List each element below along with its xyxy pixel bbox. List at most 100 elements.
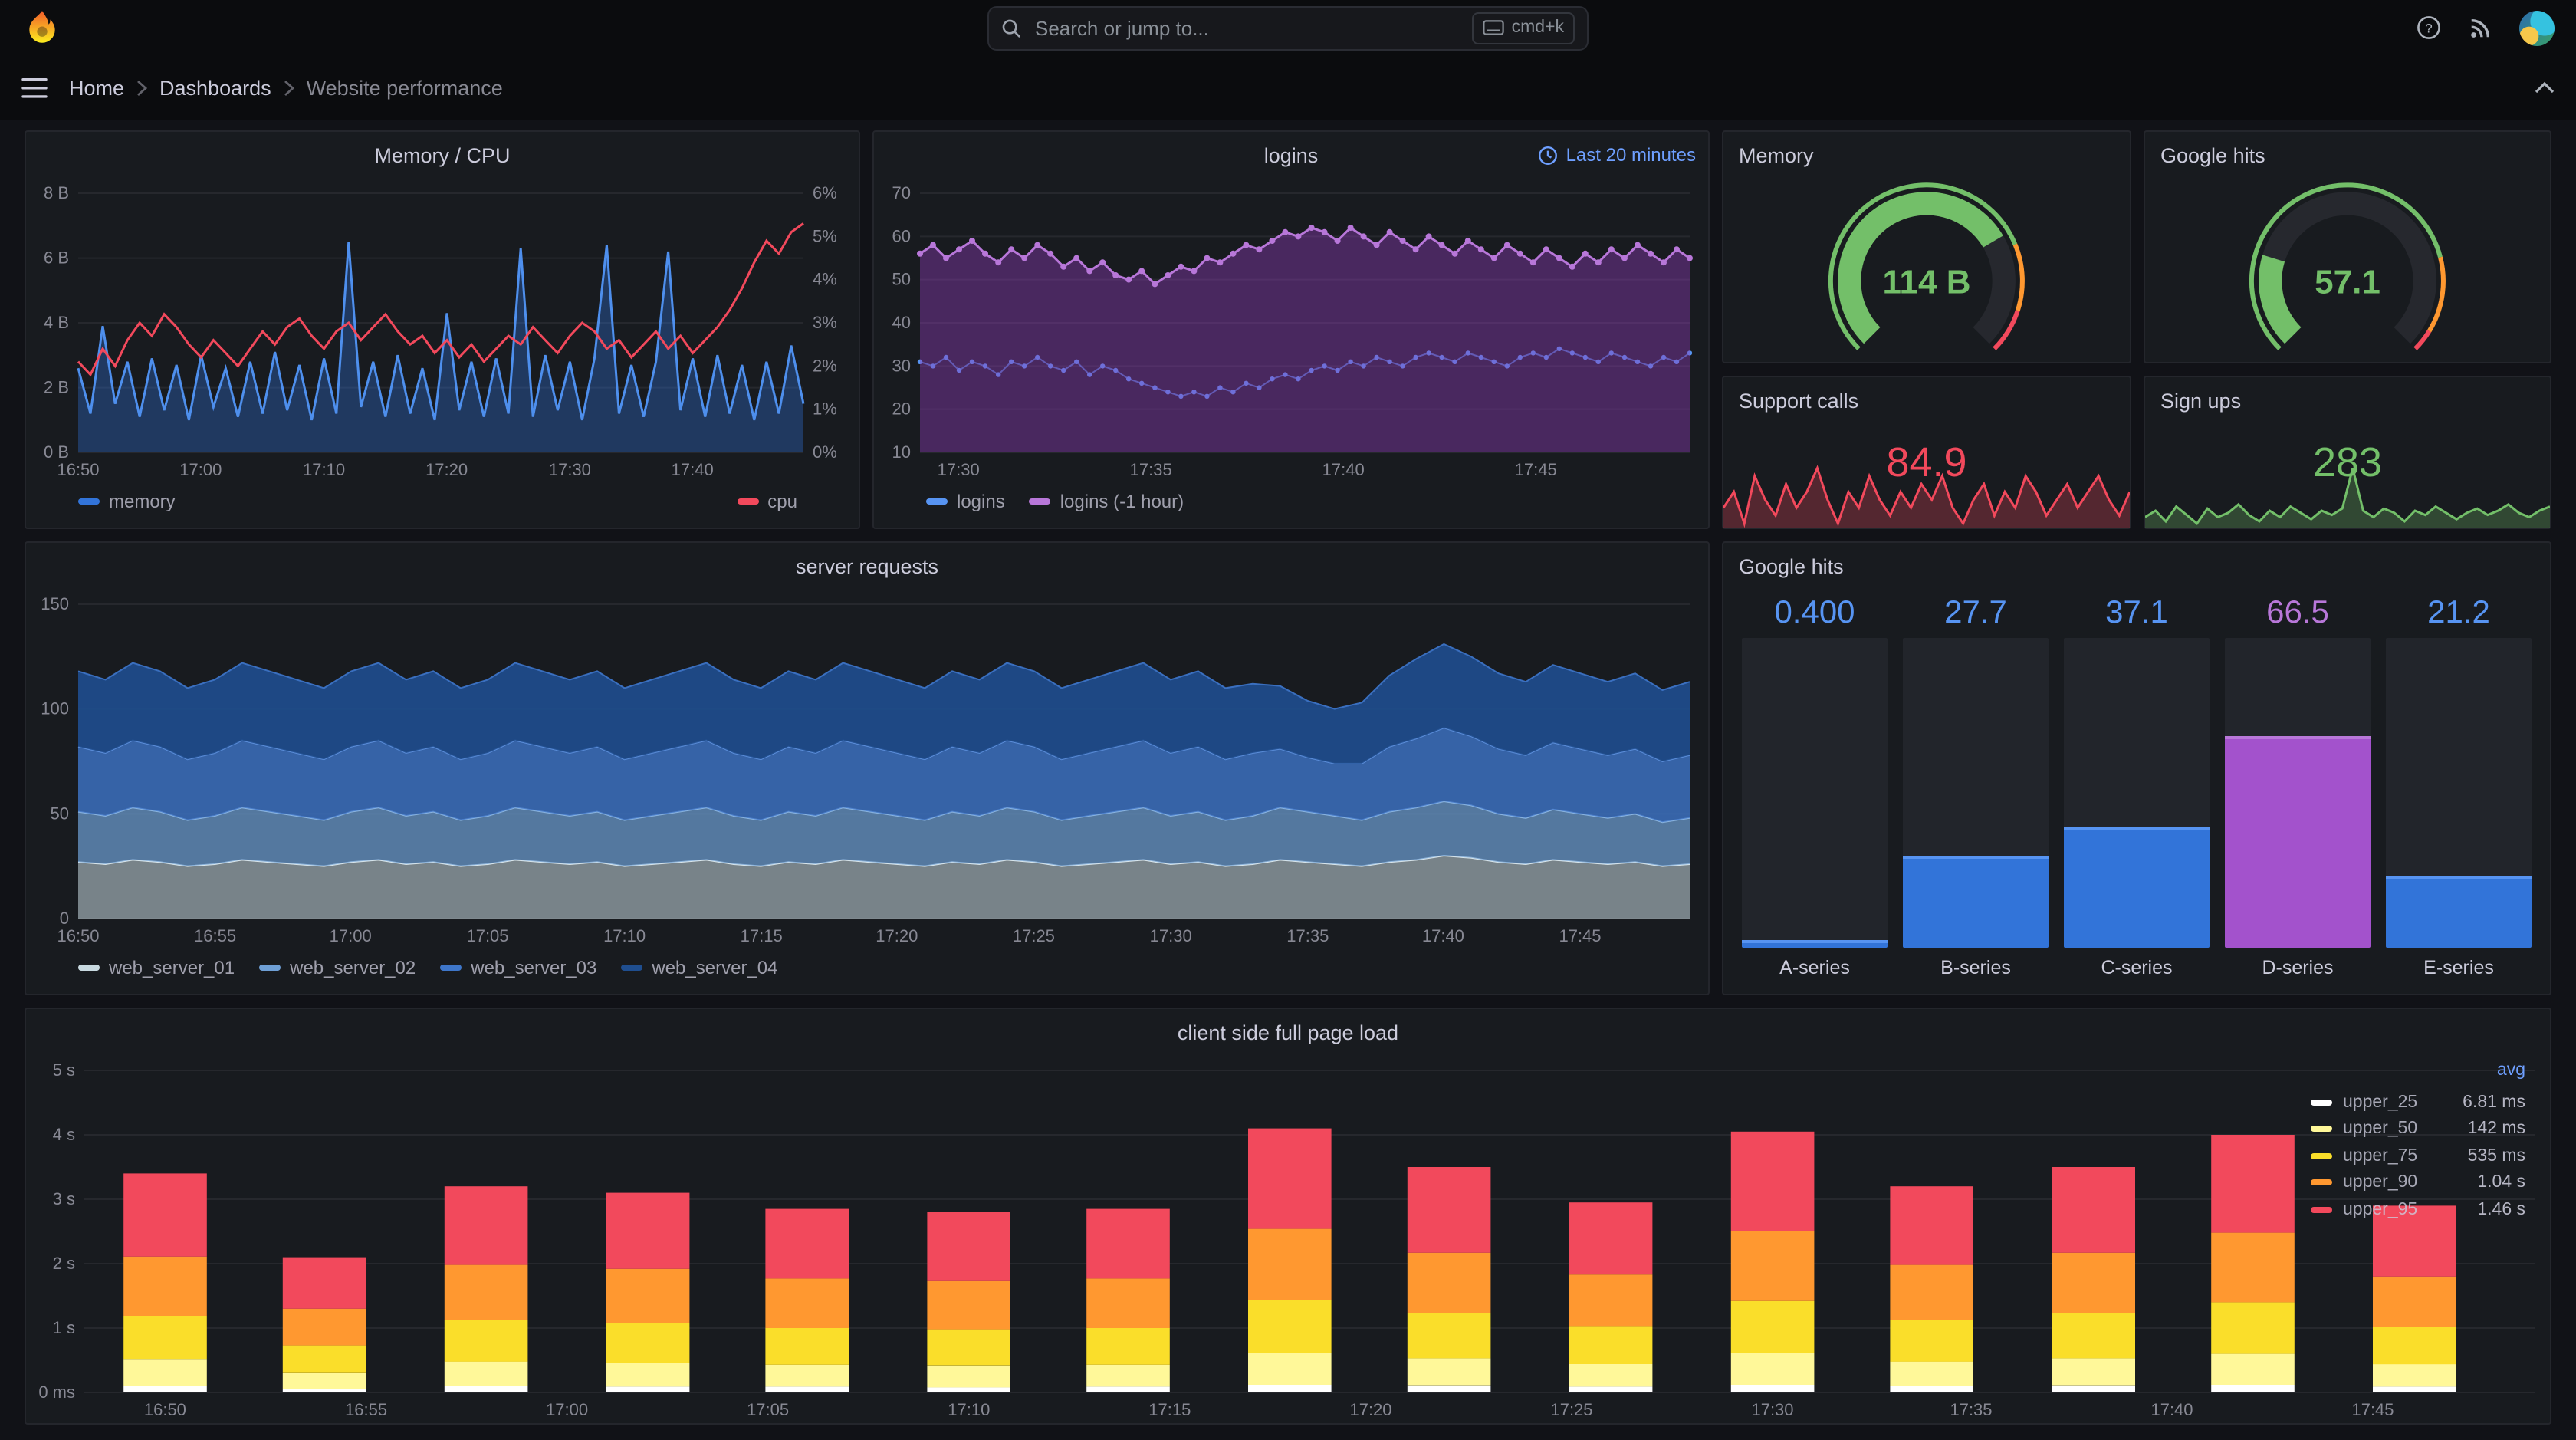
upper_90-segment bbox=[282, 1308, 366, 1346]
breadcrumb-home[interactable]: Home bbox=[69, 76, 124, 99]
breadcrumb-dashboards[interactable]: Dashboards bbox=[159, 76, 271, 99]
panel-title[interactable]: logins bbox=[1264, 143, 1319, 166]
panel-time-range[interactable]: Last 20 minutes bbox=[1539, 132, 1696, 178]
legend-avg-value: 1.04 s bbox=[2477, 1173, 2525, 1192]
google-hits-bar-gauge[interactable]: 0.400 A-series 27.7 B-series 37.1 C-series 66.… bbox=[1723, 589, 2550, 994]
server-requests-chart[interactable]: 0 50 100 150 16:50 16:55 17:00 17:05 17:10 17:15 1… bbox=[26, 589, 1708, 949]
logins (-1 hour)-point bbox=[1178, 263, 1184, 270]
x-axis-tick-label: 16:55 bbox=[194, 926, 236, 945]
legend-item[interactable]: memory bbox=[78, 491, 176, 512]
svg-text:?: ? bbox=[2425, 21, 2432, 35]
panel-title[interactable]: Support calls bbox=[1739, 389, 1858, 412]
x-axis-tick-label: 17:35 bbox=[1286, 926, 1329, 945]
rss-icon[interactable] bbox=[2469, 16, 2492, 39]
bar-gauge-column[interactable]: 27.7 B-series bbox=[1903, 589, 2049, 988]
keyboard-icon bbox=[1482, 20, 1504, 35]
logins (-1 hour)-point bbox=[1674, 246, 1680, 253]
x-axis-tick-label: 17:00 bbox=[330, 926, 372, 945]
memory-cpu-chart[interactable]: 0 B 2 B 4 B 6 B 8 B 0% 1% 2% 3% 4% 5% 6% 16:50 17:00 1… bbox=[26, 178, 859, 483]
panel-title[interactable]: client side full page load bbox=[1178, 1021, 1398, 1044]
legend-item[interactable]: web_server_04 bbox=[621, 957, 778, 978]
right-axis-tick-label: 4% bbox=[813, 270, 837, 289]
panel-title[interactable]: Memory / CPU bbox=[374, 143, 510, 166]
panel-title[interactable]: server requests bbox=[796, 554, 938, 577]
upper_90-segment bbox=[606, 1268, 690, 1323]
logins (-1 hour)-point bbox=[1308, 225, 1315, 231]
y-axis-tick-label: 50 bbox=[892, 270, 911, 289]
user-avatar[interactable] bbox=[2519, 10, 2555, 45]
page-load-chart[interactable]: 0 ms 1 s 2 s 3 s 4 s 5 s 16:50 16:55 17:00 17:05 1… bbox=[26, 1055, 2550, 1423]
logins (-1 hour)-point bbox=[1569, 263, 1576, 270]
upper_25-segment bbox=[606, 1386, 690, 1392]
upper_90-segment bbox=[765, 1278, 849, 1328]
x-axis-tick-label: 17:10 bbox=[948, 1400, 990, 1419]
upper_25-segment bbox=[1086, 1386, 1170, 1392]
menu-icon[interactable] bbox=[21, 77, 48, 97]
bar-gauge-category: E-series bbox=[2423, 957, 2494, 978]
panel-title[interactable]: Memory bbox=[1739, 143, 1814, 166]
legend-label: upper_25 bbox=[2343, 1093, 2418, 1112]
bar-gauge-column[interactable]: 21.2 E-series bbox=[2386, 589, 2532, 988]
right-axis-tick-label: 0% bbox=[813, 442, 837, 462]
bar-gauge-column[interactable]: 66.5 D-series bbox=[2225, 589, 2371, 988]
help-icon[interactable]: ? bbox=[2417, 15, 2441, 40]
logins (-1 hour)-point bbox=[1556, 255, 1562, 261]
page-load-legend: avg upper_25 6.81 ms upper_50 142 ms upper_75… bbox=[2311, 1061, 2525, 1223]
upper_75-segment bbox=[123, 1316, 207, 1360]
support-calls-stat[interactable]: 84.9 bbox=[1722, 423, 2131, 528]
panel-title[interactable]: Google hits bbox=[1739, 554, 1844, 577]
legend-item[interactable]: web_server_03 bbox=[440, 957, 596, 978]
upper_25-segment bbox=[765, 1386, 849, 1392]
bar-gauge-track bbox=[1742, 638, 1888, 948]
y-axis-tick-label: 30 bbox=[892, 356, 911, 375]
search-input[interactable] bbox=[1032, 15, 1461, 41]
upper_95-segment bbox=[1086, 1208, 1170, 1279]
logins-chart[interactable]: 10 20 30 40 50 60 70 17:30 17:35 17:40 17:45 bbox=[874, 178, 1708, 483]
x-axis-tick-label: 17:20 bbox=[1349, 1400, 1392, 1419]
legend-item[interactable]: upper_25 6.81 ms bbox=[2311, 1089, 2525, 1116]
x-axis-tick-label: 16:50 bbox=[57, 460, 99, 479]
panel-memory-cpu: Memory / CPU 0 B 2 B 4 B 6 B 8 B 0% 1% 2% 3% 4% 5%… bbox=[25, 130, 860, 529]
legend-item[interactable]: logins (-1 hour) bbox=[1029, 491, 1184, 512]
legend-label: cpu bbox=[767, 491, 797, 512]
legend-item[interactable]: web_server_02 bbox=[259, 957, 416, 978]
upper_50-segment bbox=[282, 1373, 366, 1389]
legend-item[interactable]: upper_75 535 ms bbox=[2311, 1142, 2525, 1169]
logins (-1 hour)-point bbox=[1099, 259, 1106, 266]
y-axis-tick-label: 2 s bbox=[53, 1254, 75, 1273]
y-axis-tick-label: 1 s bbox=[53, 1318, 75, 1337]
legend-item[interactable]: cpu bbox=[737, 491, 797, 512]
upper_50-segment bbox=[1730, 1353, 1815, 1385]
legend-item[interactable]: upper_90 1.04 s bbox=[2311, 1169, 2525, 1196]
legend-item[interactable]: upper_50 142 ms bbox=[2311, 1116, 2525, 1142]
logins (-1 hour)-point bbox=[995, 259, 1002, 266]
search-box[interactable]: cmd+k bbox=[987, 5, 1589, 50]
grafana-logo[interactable] bbox=[21, 8, 61, 48]
logins (-1 hour)-point bbox=[1687, 255, 1693, 261]
upper_95-segment bbox=[1407, 1167, 1491, 1253]
logins (-1 hour)-point bbox=[1438, 242, 1445, 248]
sign-ups-stat[interactable]: 283 bbox=[2144, 423, 2551, 528]
panel-title[interactable]: Google hits bbox=[2160, 143, 2266, 166]
y-axis-tick-label: 50 bbox=[51, 804, 69, 823]
google-hits-gauge[interactable]: 57.1 bbox=[2145, 178, 2550, 362]
memory-gauge[interactable]: 114 B bbox=[1723, 178, 2130, 362]
x-axis-tick-label: 17:05 bbox=[466, 926, 508, 945]
bar-gauge-column[interactable]: 37.1 C-series bbox=[2064, 589, 2210, 988]
legend-item[interactable]: web_server_01 bbox=[78, 957, 235, 978]
panel-title[interactable]: Sign ups bbox=[2160, 389, 2241, 412]
legend-item[interactable]: logins bbox=[926, 491, 1005, 512]
legend-avg-header: avg bbox=[2496, 1061, 2525, 1080]
bar-gauge-value: 21.2 bbox=[2427, 595, 2490, 630]
upper_25-segment bbox=[927, 1387, 1010, 1392]
y-axis-tick-label: 2 B bbox=[44, 378, 69, 397]
upper_90-segment bbox=[2211, 1232, 2295, 1303]
logins (-1 hour)-point bbox=[1543, 246, 1549, 253]
upper_75-segment bbox=[1730, 1300, 1815, 1353]
bar-gauge-column[interactable]: 0.400 A-series bbox=[1742, 589, 1888, 988]
legend-swatch bbox=[2311, 1179, 2332, 1186]
legend-item[interactable]: upper_95 1.46 s bbox=[2311, 1196, 2525, 1223]
upper_25-segment bbox=[2373, 1386, 2456, 1392]
legend-label: memory bbox=[109, 491, 176, 512]
collapse-chevron-up-icon[interactable] bbox=[2535, 81, 2555, 94]
